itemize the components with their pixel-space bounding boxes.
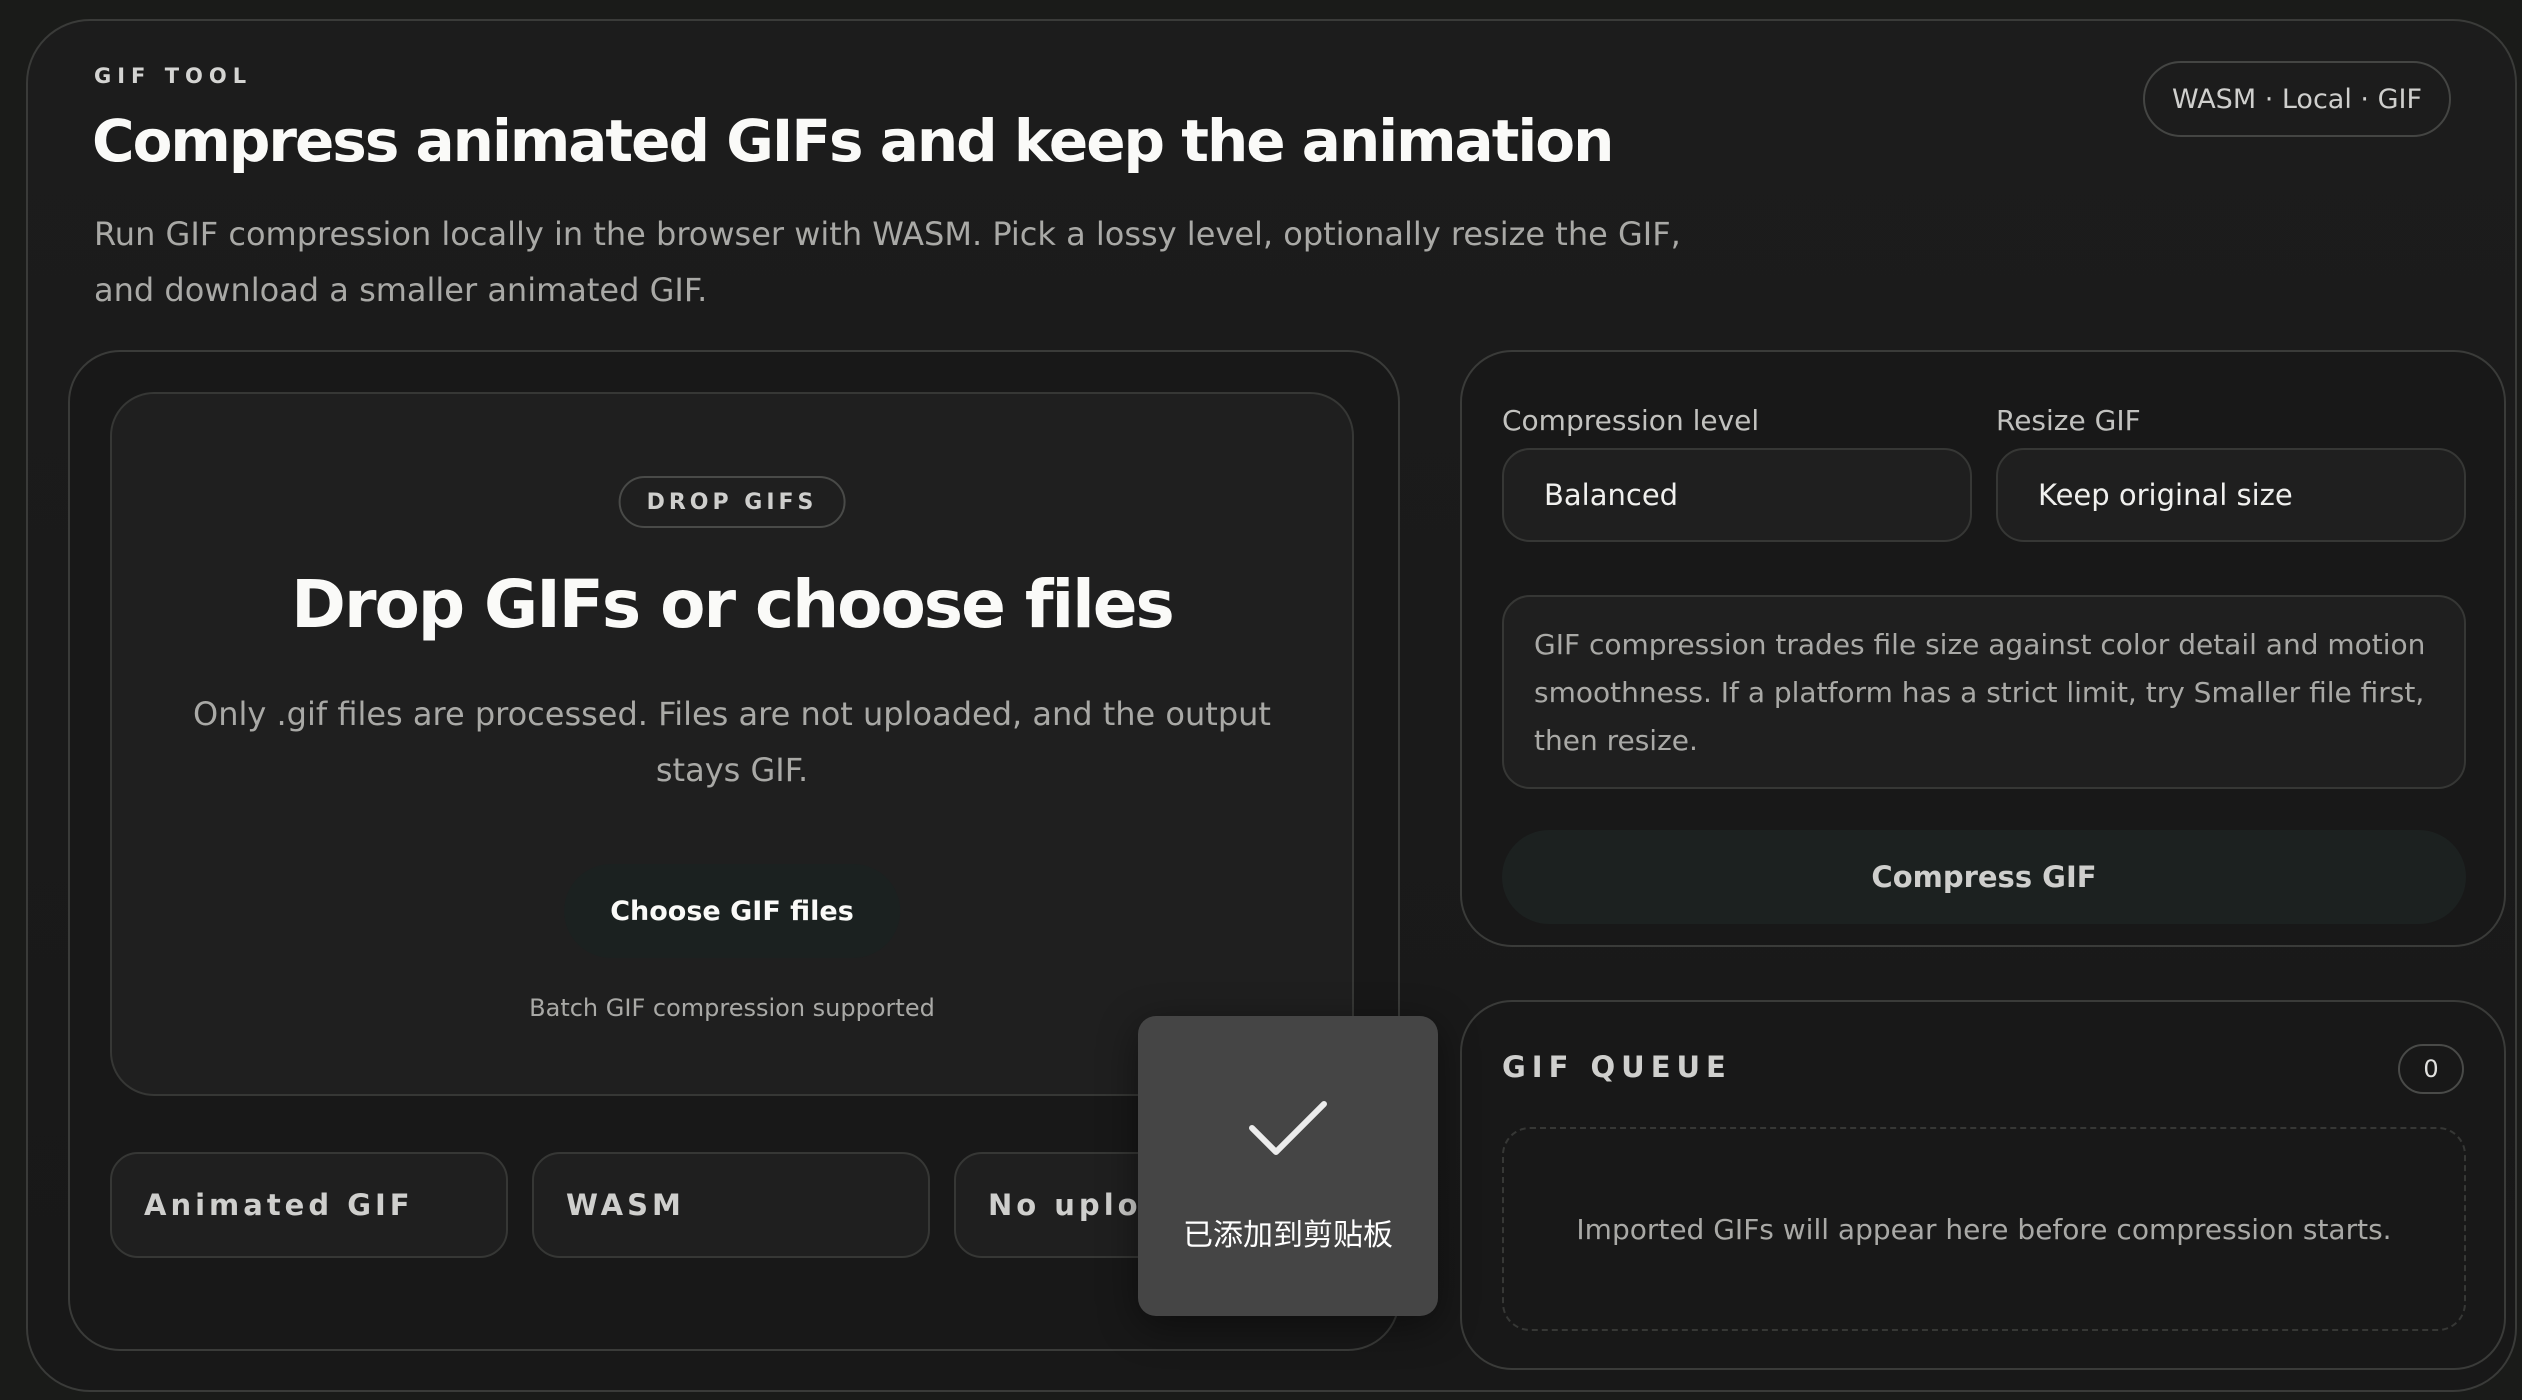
drop-gifs-pill: DROP GIFS: [618, 476, 846, 528]
checkmark-icon: [1249, 1101, 1327, 1155]
feature-wasm: WASM: [532, 1152, 930, 1258]
clipboard-toast: 已添加到剪贴板: [1138, 1016, 1438, 1316]
resize-gif-label: Resize GIF: [1996, 404, 2141, 437]
toast-message: 已添加到剪贴板: [1183, 1218, 1393, 1253]
dropzone-title: Drop GIFs or choose files: [291, 566, 1175, 643]
tech-badge: WASM · Local · GIF: [2143, 61, 2451, 137]
page-subtitle: Run GIF compression locally in the brows…: [94, 215, 1681, 309]
feature-animated-gif: Animated GIF: [110, 1152, 508, 1258]
resize-gif-select[interactable]: Keep original size: [1996, 448, 2466, 542]
queue-empty-state: Imported GIFs will appear here before co…: [1502, 1127, 2466, 1331]
queue-count-badge: 0: [2398, 1044, 2464, 1094]
compress-gif-button[interactable]: Compress GIF: [1502, 830, 2466, 924]
compression-hint: GIF compression trades file size against…: [1502, 595, 2466, 789]
choose-gif-files-button[interactable]: Choose GIF files: [564, 864, 900, 958]
compression-level-select[interactable]: Balanced: [1502, 448, 1972, 542]
page-title: Compress animated GIFs and keep the anim…: [92, 107, 1614, 175]
compression-level-label: Compression level: [1502, 404, 1760, 437]
gif-dropzone[interactable]: DROP GIFS Drop GIFs or choose files Only…: [110, 392, 1354, 1096]
eyebrow-label: GIF TOOL: [94, 64, 253, 88]
settings-panel: Compression level Resize GIF Balanced Ke…: [1460, 350, 2506, 947]
gif-queue-panel: GIF QUEUE 0 Imported GIFs will appear he…: [1460, 1000, 2506, 1370]
dropzone-description: Only .gif files are processed. Files are…: [193, 695, 1271, 789]
queue-title: GIF QUEUE: [1502, 1050, 1732, 1084]
